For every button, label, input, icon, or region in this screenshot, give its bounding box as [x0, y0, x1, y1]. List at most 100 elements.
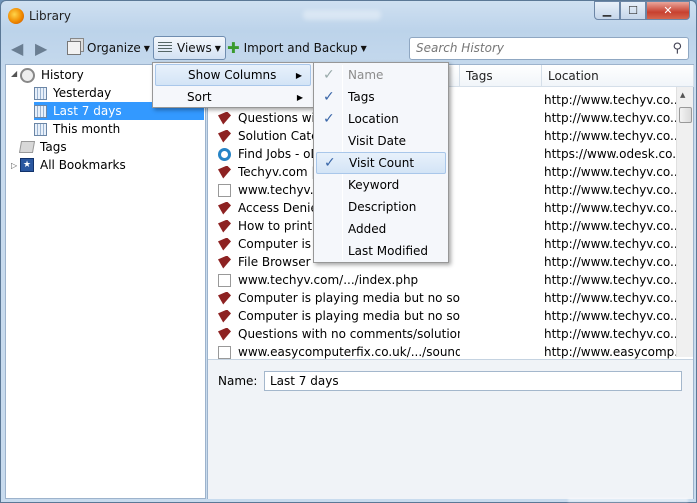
- row-location: http://www.techyv.co...: [544, 183, 680, 197]
- views-menu: Show Columns ▶ Sort ▶: [152, 62, 314, 108]
- title-bar[interactable]: Library ▁ ☐ ✕: [1, 1, 696, 31]
- tree-label: This month: [53, 122, 121, 136]
- menu-item-keyword[interactable]: Keyword: [316, 174, 446, 196]
- tree-label: All Bookmarks: [40, 158, 126, 172]
- techyv-favicon-icon: [218, 165, 231, 179]
- row-location: http://www.techyv.co...: [544, 309, 680, 323]
- maximize-button[interactable]: ☐: [620, 1, 646, 20]
- row-title: www.easycomputerfix.co.uk/.../soundc...: [238, 345, 460, 359]
- menu-label: Added: [348, 222, 387, 236]
- toolbar: ◀ ▶ Organize ▼ Views ▼ ✚ Import and Backup…: [5, 33, 692, 63]
- tree-label: Tags: [40, 140, 67, 154]
- page-icon: [218, 345, 231, 359]
- window-controls: ▁ ☐ ✕: [594, 1, 690, 20]
- techyv-favicon-icon: [218, 237, 231, 251]
- tag-icon: [18, 141, 36, 153]
- clock-icon: [20, 67, 35, 83]
- menu-item-visit-count[interactable]: ✓ Visit Count: [316, 152, 446, 174]
- views-button[interactable]: Views ▼: [153, 36, 226, 60]
- blurred-title-text: [303, 10, 381, 20]
- menu-label: Last Modified: [348, 244, 429, 258]
- row-location: http://www.easycomp...: [544, 345, 680, 359]
- history-list: Tags Location http://www.techyv.co... Que…: [207, 64, 694, 499]
- expand-open-icon[interactable]: ◢: [11, 69, 17, 78]
- row-title: Computer is playing media but no soun...: [238, 309, 460, 323]
- tree-item-this-month[interactable]: This month: [34, 120, 199, 138]
- menu-item-sort[interactable]: Sort ▶: [155, 86, 311, 108]
- import-backup-button[interactable]: ✚ Import and Backup ▼: [227, 36, 367, 60]
- tree-label: Last 7 days: [53, 104, 122, 118]
- row-location: https://www.odesk.co...: [544, 147, 680, 161]
- menu-item-description[interactable]: Description: [316, 196, 446, 218]
- tree-label: Yesterday: [53, 86, 112, 100]
- table-row[interactable]: www.techyv.com/.../index.php http://www.t…: [218, 271, 680, 289]
- columns-submenu: ✓ Name ✓ Tags ✓ Location Visit Date ✓ Visit …: [313, 62, 449, 263]
- search-input[interactable]: Search History ⚲: [409, 37, 689, 60]
- caret-down-icon: ▼: [214, 43, 221, 53]
- caret-down-icon: ▼: [360, 43, 367, 53]
- column-header-location[interactable]: Location: [542, 65, 694, 87]
- name-field[interactable]: Last 7 days: [264, 371, 682, 391]
- tree-item-all-bookmarks[interactable]: ★ All Bookmarks: [20, 156, 200, 174]
- calendar-icon: [34, 104, 47, 118]
- odesk-favicon-icon: [218, 147, 231, 161]
- vertical-scrollbar[interactable]: ▲: [676, 87, 693, 357]
- caret-down-icon: ▼: [143, 43, 150, 53]
- table-row[interactable]: Questions with no comments/solutions... h…: [218, 325, 680, 343]
- back-arrow-icon[interactable]: ◀: [11, 36, 23, 60]
- techyv-favicon-icon: [218, 201, 231, 215]
- menu-item-location[interactable]: ✓ Location: [316, 108, 446, 130]
- menu-label: Visit Date: [348, 134, 407, 148]
- row-title: www.techyv.com/.../index.php: [238, 273, 419, 287]
- views-label: Views: [177, 41, 212, 55]
- search-placeholder: Search History: [416, 41, 504, 55]
- page-icon: [218, 183, 231, 197]
- row-location: http://www.techyv.co...: [544, 237, 680, 251]
- close-button[interactable]: ✕: [646, 1, 690, 20]
- check-icon: ✓: [324, 155, 336, 171]
- menu-item-name[interactable]: ✓ Name: [316, 64, 446, 86]
- row-location: http://www.techyv.co...: [544, 93, 680, 107]
- table-row[interactable]: Computer is playing media but no soun...…: [218, 307, 680, 325]
- import-backup-label: Import and Backup: [243, 41, 358, 55]
- menu-label: Visit Count: [349, 156, 415, 170]
- techyv-favicon-icon: [218, 219, 231, 233]
- check-icon: ✓: [323, 111, 335, 127]
- techyv-favicon-icon: [218, 255, 231, 269]
- menu-item-tags[interactable]: ✓ Tags: [316, 86, 446, 108]
- menu-item-last-modified[interactable]: Last Modified: [316, 240, 446, 262]
- tree-item-tags[interactable]: Tags: [18, 138, 200, 156]
- techyv-favicon-icon: [218, 129, 231, 143]
- table-row[interactable]: Computer is playing media but no soun...…: [218, 289, 680, 307]
- details-pane: Name: Last 7 days: [208, 359, 693, 499]
- organize-button[interactable]: Organize ▼: [67, 36, 150, 60]
- column-header-tags[interactable]: Tags: [460, 65, 542, 87]
- menu-label: Name: [348, 68, 384, 82]
- row-location: http://www.techyv.co...: [544, 111, 680, 125]
- row-location: http://www.techyv.co...: [544, 201, 680, 215]
- scroll-thumb[interactable]: [679, 107, 692, 123]
- menu-label: Sort: [187, 90, 212, 104]
- name-label: Name:: [218, 374, 258, 388]
- menu-item-visit-date[interactable]: Visit Date: [316, 130, 446, 152]
- row-location: http://www.techyv.co...: [544, 327, 680, 341]
- menu-item-added[interactable]: Added: [316, 218, 446, 240]
- row-location: http://www.techyv.co...: [544, 165, 680, 179]
- bookmarks-star-icon: ★: [20, 158, 34, 172]
- row-location: http://www.techyv.co...: [544, 129, 680, 143]
- techyv-favicon-icon: [218, 327, 231, 341]
- calendar-icon: [34, 122, 47, 136]
- sidebar-tree: ◢ History Yesterday Last 7 days This mon…: [5, 64, 206, 499]
- row-location: http://www.techyv.co...: [544, 291, 680, 305]
- menu-label: Location: [348, 112, 399, 126]
- blurred-status-text: [568, 498, 688, 502]
- tree-label: History: [41, 68, 84, 82]
- minimize-button[interactable]: ▁: [594, 1, 620, 20]
- expand-closed-icon[interactable]: ▷: [11, 161, 17, 170]
- scroll-up-icon[interactable]: ▲: [680, 91, 685, 99]
- organize-icon: [67, 41, 81, 55]
- search-icon[interactable]: ⚲: [672, 41, 682, 56]
- menu-item-show-columns[interactable]: Show Columns ▶: [155, 64, 311, 86]
- forward-arrow-icon[interactable]: ▶: [35, 36, 47, 60]
- import-star-icon: ✚: [227, 39, 240, 57]
